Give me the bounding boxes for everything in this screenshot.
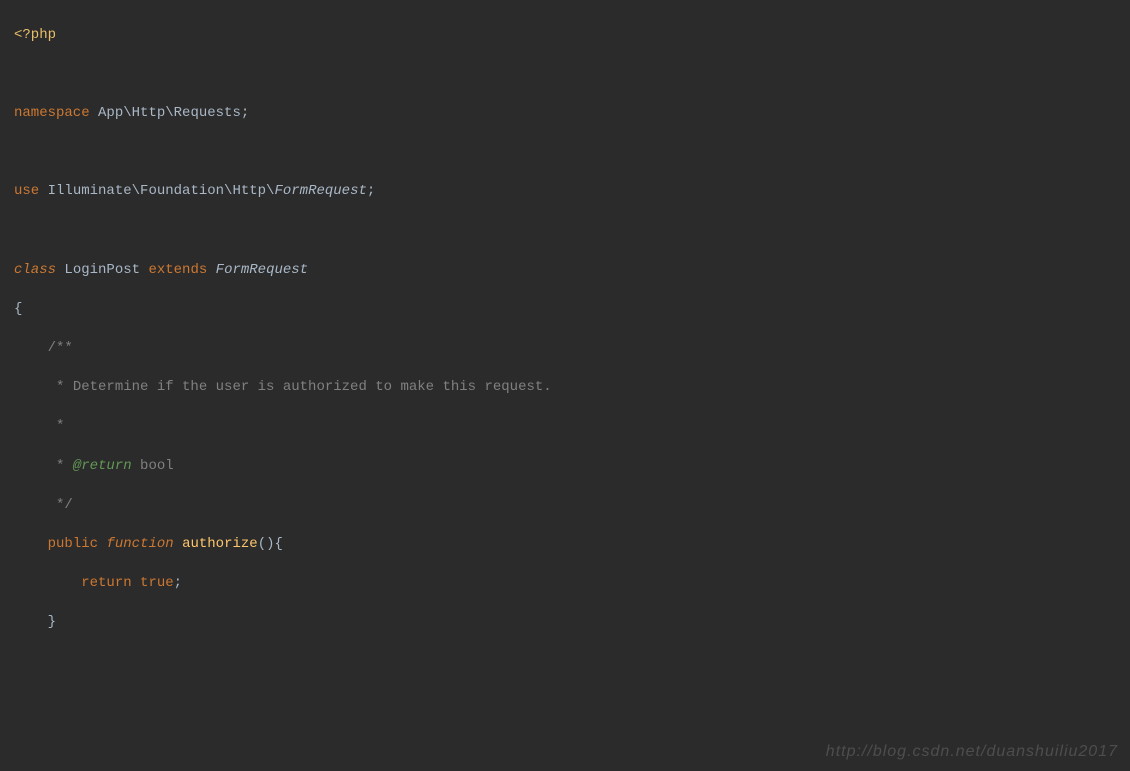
code-line: namespace App\Http\Requests; bbox=[14, 104, 1130, 124]
code-line: public function authorize(){ bbox=[14, 535, 1130, 555]
code-line: */ bbox=[14, 496, 1130, 516]
code-line bbox=[14, 143, 1130, 163]
code-line: return true; bbox=[14, 574, 1130, 594]
code-line: { bbox=[14, 300, 1130, 320]
code-line: * @return bool bbox=[14, 457, 1130, 477]
code-line bbox=[14, 222, 1130, 242]
code-editor[interactable]: <?php namespace App\Http\Requests; use I… bbox=[0, 0, 1130, 771]
code-line: * Determine if the user is authorized to… bbox=[14, 378, 1130, 398]
watermark-text: http://blog.csdn.net/duanshuiliu2017 bbox=[826, 741, 1118, 763]
code-line: <?php bbox=[14, 26, 1130, 46]
code-line: use Illuminate\Foundation\Http\FormReque… bbox=[14, 182, 1130, 202]
code-line bbox=[14, 692, 1130, 712]
code-line: class LoginPost extends FormRequest bbox=[14, 261, 1130, 281]
code-line: } bbox=[14, 613, 1130, 633]
php-open-tag: <?php bbox=[14, 27, 56, 43]
code-line bbox=[14, 653, 1130, 673]
code-line bbox=[14, 65, 1130, 85]
code-line: /** bbox=[14, 339, 1130, 359]
code-line: * bbox=[14, 417, 1130, 437]
